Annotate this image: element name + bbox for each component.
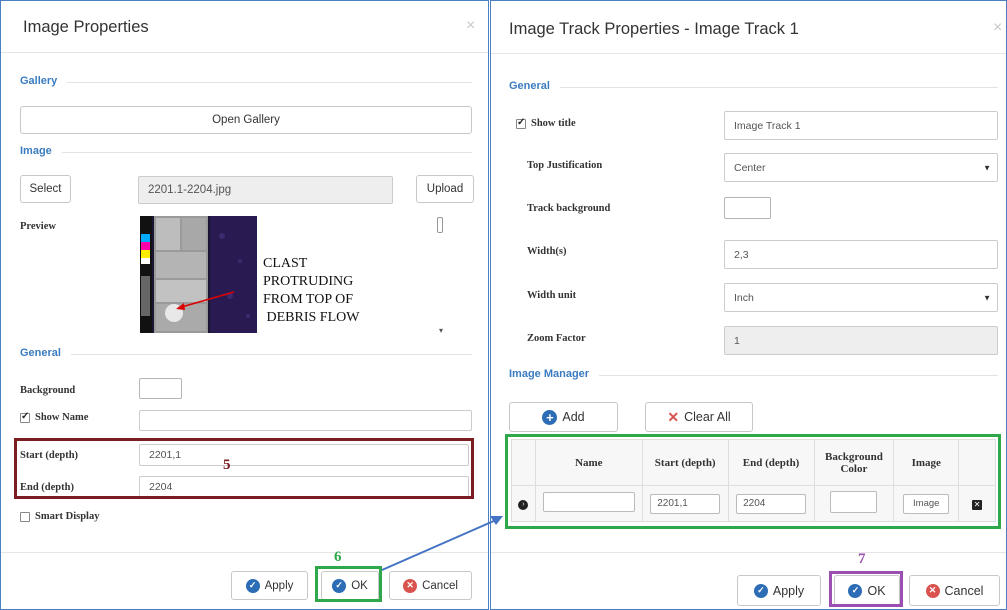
annotation-arrow-icon <box>381 516 503 571</box>
